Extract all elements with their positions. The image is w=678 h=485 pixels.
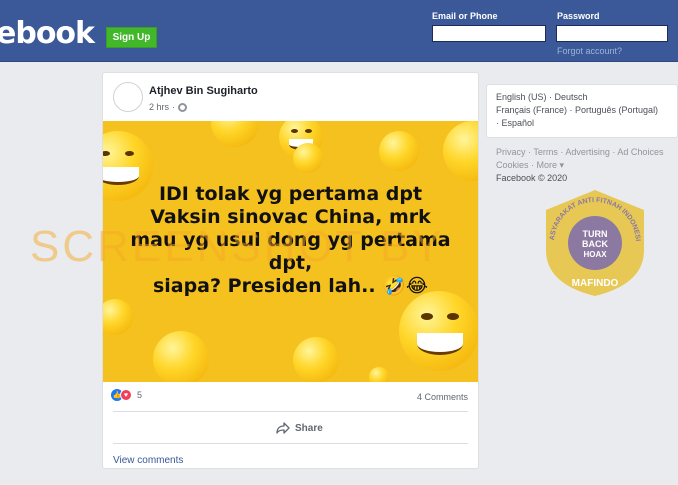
email-label: Email or Phone: [432, 11, 498, 21]
email-field[interactable]: [432, 25, 546, 42]
post-card: Atjhev Bin Sugiharto 2 hrs · IDI tolak y…: [102, 72, 479, 469]
badge-line2: BACK: [582, 239, 608, 249]
password-field[interactable]: [556, 25, 668, 42]
cookies-link[interactable]: Cookies: [496, 160, 529, 170]
lang-deutsch[interactable]: Deutsch: [555, 92, 588, 102]
laughing-emoji: [443, 121, 478, 181]
badge-line1: TURN: [583, 229, 608, 239]
laughing-emoji: [293, 337, 339, 382]
share-icon: [276, 422, 290, 434]
share-button[interactable]: Share: [276, 422, 323, 434]
lang-portugues[interactable]: Português (Portugal): [575, 105, 658, 115]
forgot-account-link[interactable]: Forgot account?: [557, 46, 622, 56]
language-selector: English (US) · Deutsch Français (France)…: [486, 84, 678, 138]
post-author[interactable]: Atjhev Bin Sugiharto: [149, 85, 258, 97]
share-label: Share: [295, 422, 323, 434]
privacy-link[interactable]: Privacy: [496, 147, 526, 157]
signup-button[interactable]: Sign Up: [106, 27, 157, 48]
globe-icon: [178, 102, 188, 112]
copyright: Facebook © 2020: [496, 173, 568, 183]
footer-links: Privacy · Terms · Advertising · Ad Choic…: [496, 147, 664, 170]
laughing-emoji: [379, 131, 419, 171]
laughing-emoji: [293, 143, 323, 173]
comments-count-link[interactable]: 4 Comments: [417, 392, 468, 402]
badge-line3: HOAX: [583, 250, 607, 259]
laughing-emoji: [153, 331, 209, 382]
lang-english[interactable]: English (US): [496, 92, 547, 102]
divider: [113, 411, 468, 412]
love-icon: ♥: [120, 389, 132, 401]
view-comments-link[interactable]: View comments: [113, 455, 183, 466]
lang-francais[interactable]: Français (France): [496, 105, 567, 115]
more-link[interactable]: More ▾: [537, 160, 565, 170]
divider: [113, 443, 468, 444]
post-time[interactable]: 2 hrs: [149, 102, 169, 112]
post-image[interactable]: IDI tolak yg pertama dpt Vaksin sinovac …: [103, 121, 478, 382]
mafindo-badge: MASYARAKAT ANTI FITNAH INDONESIA TURN BA…: [540, 188, 644, 296]
laughing-emoji: [211, 121, 259, 147]
post-timestamp: 2 hrs ·: [149, 102, 188, 112]
reaction-summary[interactable]: 👍 ♥ 5: [111, 389, 142, 401]
terms-link[interactable]: Terms: [533, 147, 558, 157]
badge-org: MAFINDO: [572, 278, 619, 289]
sidebar: English (US) · Deutsch Français (France)…: [486, 84, 678, 184]
lang-espanol[interactable]: Español: [502, 118, 535, 128]
top-bar: ebook Sign Up Email or Phone Password Fo…: [0, 0, 678, 62]
laughing-emoji: [369, 367, 389, 382]
password-label: Password: [557, 11, 600, 21]
ad-choices-link[interactable]: Ad Choices: [617, 147, 663, 157]
laughing-emoji: [103, 299, 133, 335]
laughing-emoji: [399, 291, 478, 371]
avatar[interactable]: [113, 82, 143, 112]
advertising-link[interactable]: Advertising: [565, 147, 610, 157]
post-image-text: IDI tolak yg pertama dpt Vaksin sinovac …: [130, 183, 451, 297]
facebook-logo[interactable]: ebook: [0, 16, 95, 51]
reaction-count: 5: [137, 390, 143, 400]
